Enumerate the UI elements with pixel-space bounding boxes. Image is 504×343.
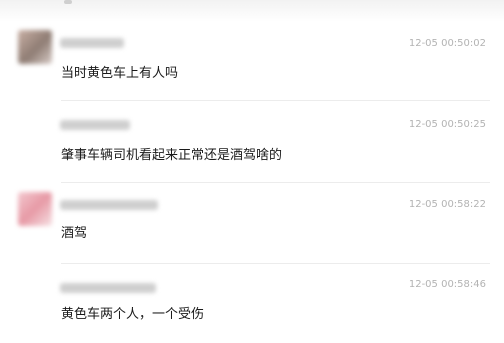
username-blurred [60,283,156,293]
avatar[interactable] [18,30,52,64]
comment-time: 12-05 00:58:46 [408,279,486,290]
comment-text: 当时黄色车上有人吗 [61,66,179,81]
comment-time: 12-05 00:50:02 [408,38,486,49]
username-blurred [60,200,158,210]
comment-item: 12-05 00:50:25 肇事车辆司机看起来正常还是酒驾啥的 [0,100,504,183]
avatar[interactable] [18,192,52,226]
comment-text: 黄色车两个人，一个受伤 [61,307,205,322]
username-blurred [60,38,124,48]
comment-item: 12-05 00:58:22 酒驾 [0,182,504,264]
comment-text: 肇事车辆司机看起来正常还是酒驾啥的 [61,148,283,163]
comment-item: 12-05 00:58:46 黄色车两个人，一个受伤 [0,263,504,343]
comment-item: 12-05 00:50:02 当时黄色车上有人吗 [0,0,504,101]
comment-text: 酒驾 [61,226,88,241]
comment-time: 12-05 00:50:25 [408,119,486,130]
comment-time: 12-05 00:58:22 [408,199,486,210]
username-blurred [60,120,130,130]
